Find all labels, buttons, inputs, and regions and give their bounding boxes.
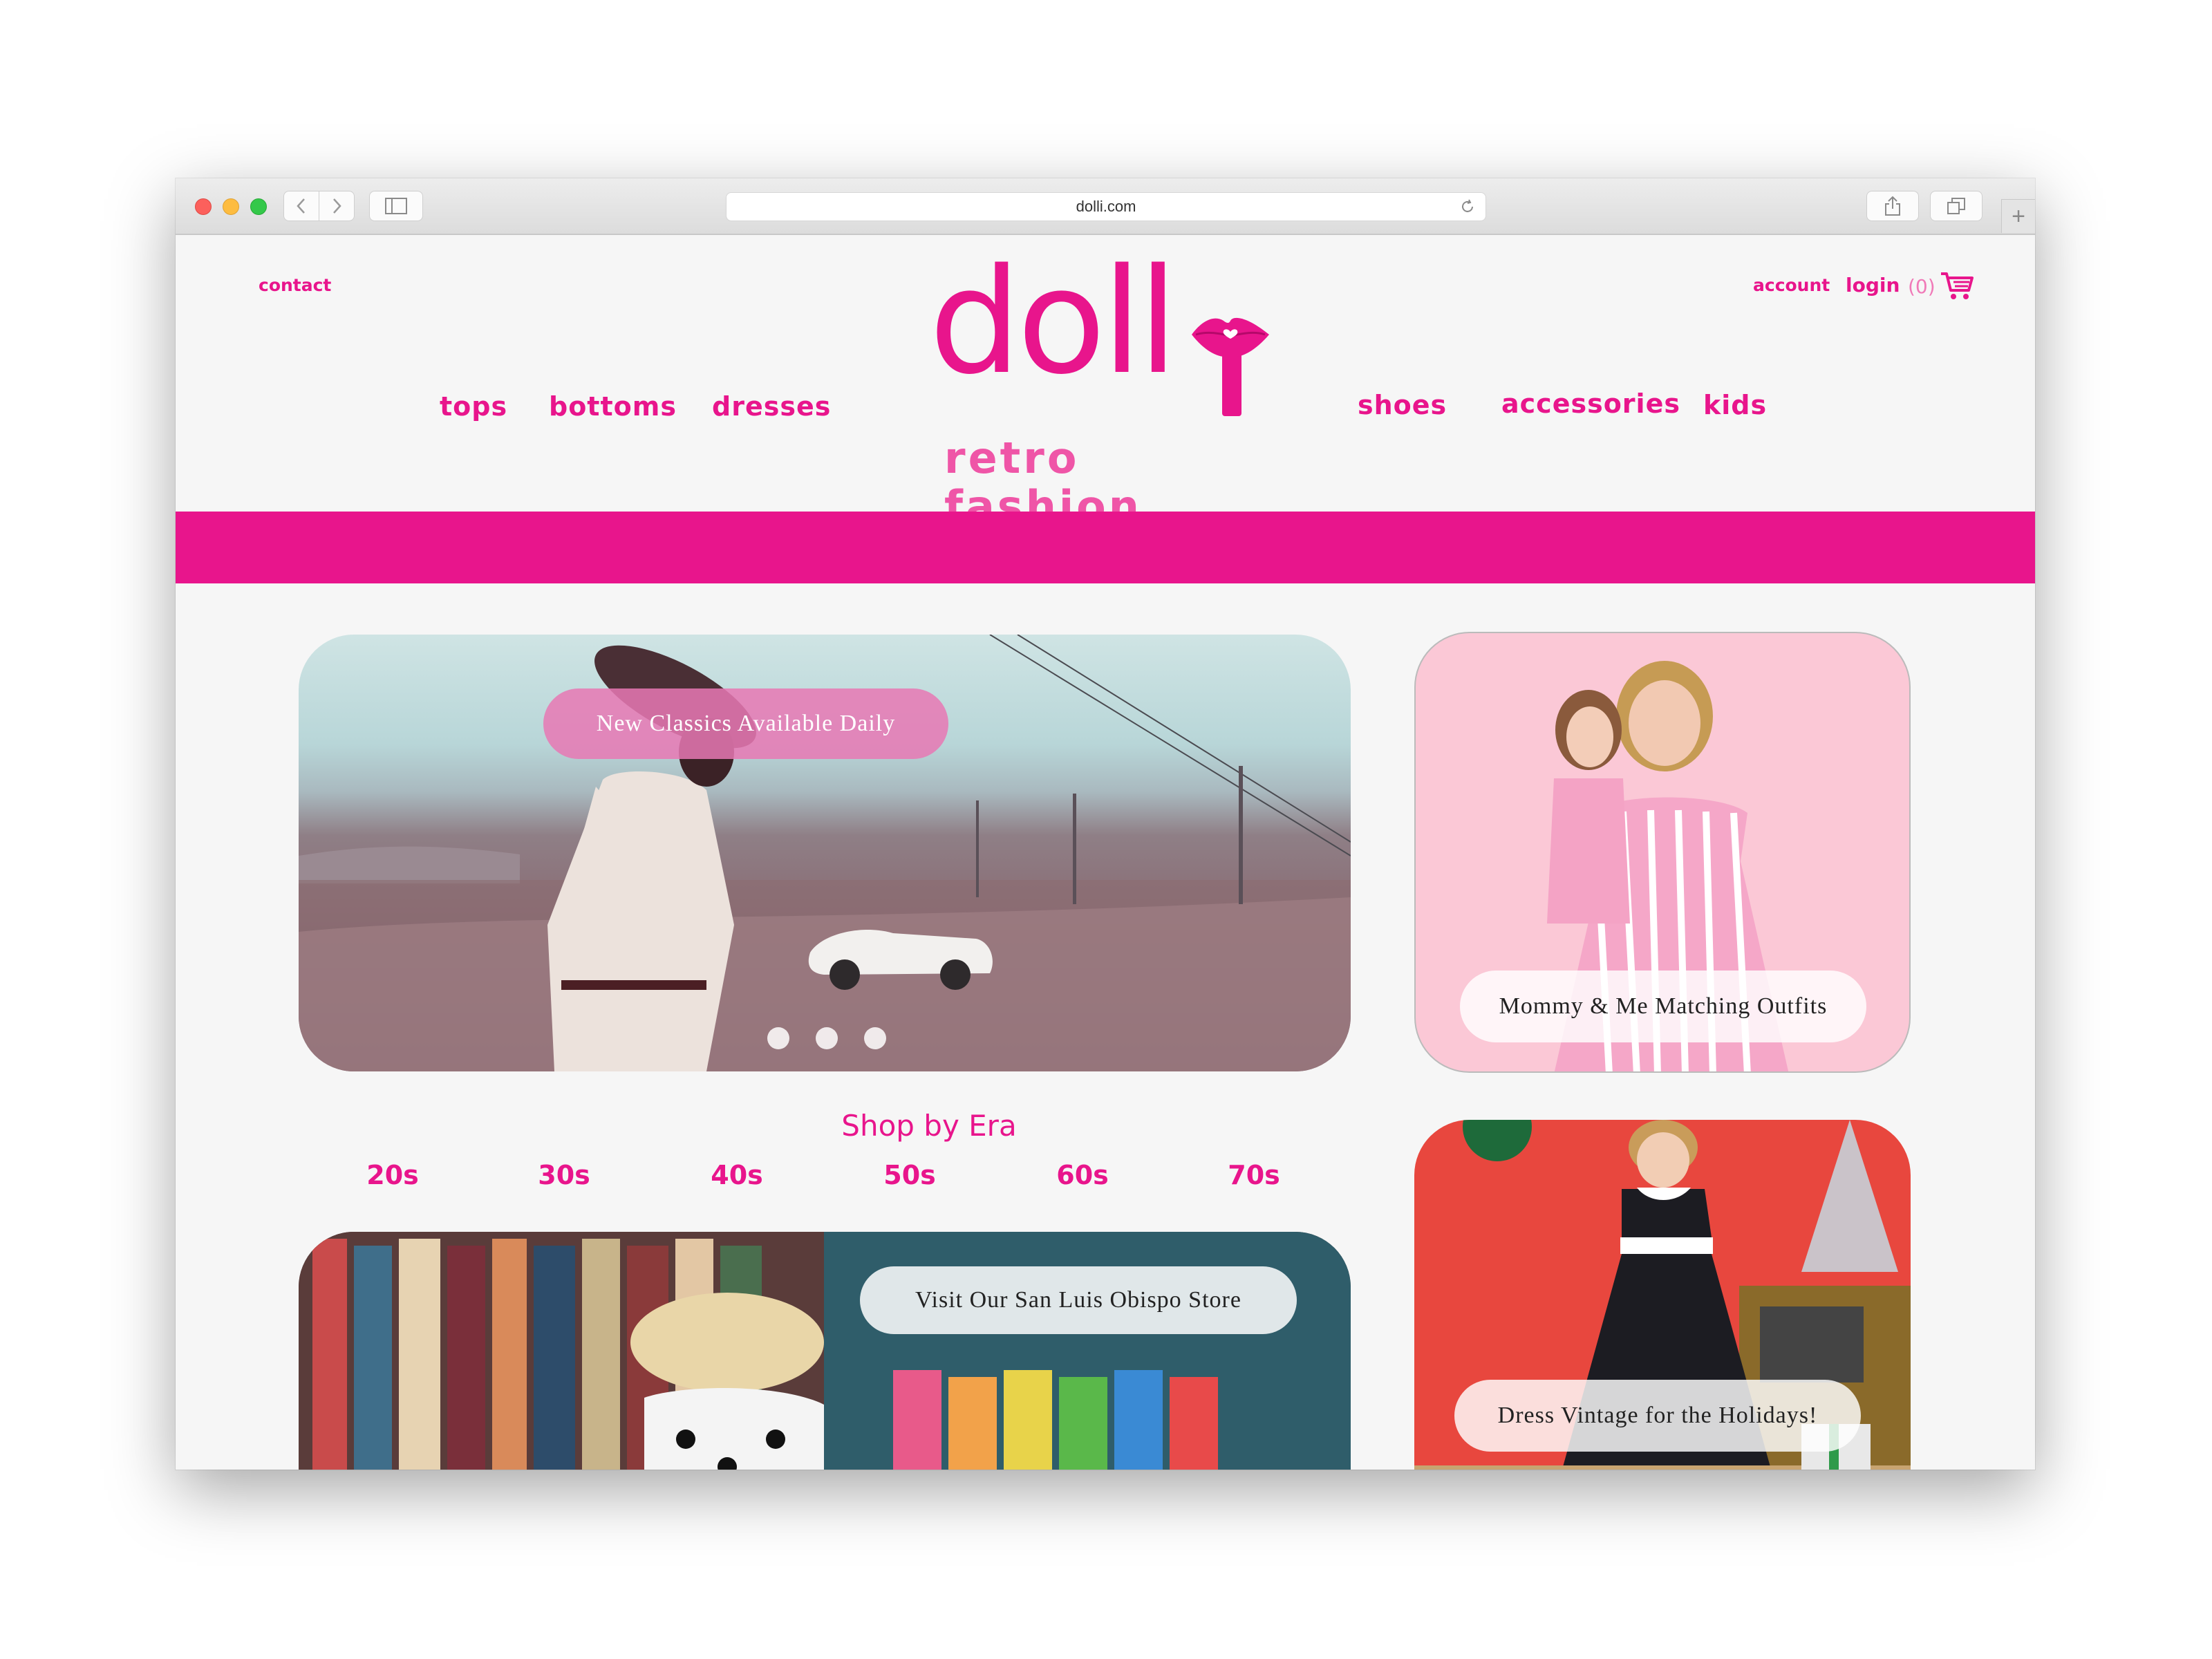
browser-toolbar: dolli.com + [176, 178, 2035, 235]
nav-kids[interactable]: kids [1703, 390, 1767, 420]
era-20s[interactable]: 20s [344, 1160, 441, 1190]
nav-dresses[interactable]: dresses [712, 391, 831, 422]
nav-shoes[interactable]: shoes [1358, 390, 1447, 420]
back-arrow-icon [297, 198, 305, 214]
back-button[interactable] [283, 191, 319, 221]
lips-icon [1192, 317, 1269, 357]
close-window-button[interactable] [195, 198, 212, 215]
pink-banner-strip [176, 512, 2035, 583]
cart-icon [1940, 272, 1974, 299]
holidays-caption-pill[interactable]: Dress Vintage for the Holidays! [1454, 1380, 1861, 1452]
sidebar-icon [385, 198, 407, 214]
holidays-card[interactable]: Dress Vintage for the Holidays! [1414, 1120, 1911, 1470]
new-tab-icon: + [2012, 203, 2025, 229]
store-card[interactable]: Visit Our San Luis Obispo Store [299, 1232, 1351, 1470]
tabs-button[interactable] [1930, 191, 1983, 221]
mommy-me-caption: Mommy & Me Matching Outfits [1499, 993, 1828, 1019]
holidays-caption: Dress Vintage for the Holidays! [1497, 1403, 1818, 1428]
forward-arrow-icon [333, 198, 341, 214]
hero-carousel[interactable]: New Classics Available Daily [299, 635, 1351, 1071]
login-link[interactable]: login [1846, 274, 1900, 297]
logo-wordmark: doll [929, 237, 1178, 406]
browser-window: dolli.com + contact account login (0) to… [176, 178, 2035, 1470]
shop-by-era-title: Shop by Era [841, 1109, 1017, 1143]
era-50s[interactable]: 50s [861, 1160, 958, 1190]
nav-accessories[interactable]: accessories [1501, 388, 1680, 419]
cart-count: (0) [1908, 274, 1936, 298]
carousel-dot-2[interactable] [816, 1027, 838, 1049]
era-30s[interactable]: 30s [516, 1160, 612, 1190]
carousel-dot-1[interactable] [767, 1027, 789, 1049]
nav-bottoms[interactable]: bottoms [549, 391, 677, 422]
reload-icon[interactable] [1459, 198, 1476, 215]
mommy-me-card[interactable]: Mommy & Me Matching Outfits [1414, 632, 1911, 1073]
cart-button[interactable]: (0) [1908, 271, 1974, 301]
carousel-dot-3[interactable] [864, 1027, 886, 1049]
zoom-window-button[interactable] [250, 198, 267, 215]
minimize-window-button[interactable] [223, 198, 239, 215]
share-button[interactable] [1866, 191, 1919, 221]
forward-button[interactable] [319, 191, 355, 221]
era-60s[interactable]: 60s [1034, 1160, 1131, 1190]
store-caption: Visit Our San Luis Obispo Store [915, 1287, 1241, 1313]
new-tab-button[interactable]: + [2001, 199, 2035, 233]
account-link[interactable]: account [1753, 275, 1830, 295]
nav-tops[interactable]: tops [440, 391, 507, 422]
contact-link[interactable]: contact [259, 275, 331, 295]
hero-caption: New Classics Available Daily [596, 711, 896, 736]
mommy-me-caption-pill[interactable]: Mommy & Me Matching Outfits [1460, 971, 1866, 1042]
tabs-icon [1947, 198, 1965, 214]
store-caption-pill[interactable]: Visit Our San Luis Obispo Store [860, 1266, 1297, 1334]
era-70s[interactable]: 70s [1206, 1160, 1302, 1190]
sidebar-button[interactable] [369, 191, 423, 221]
url-text: dolli.com [1076, 198, 1136, 215]
era-40s[interactable]: 40s [688, 1160, 785, 1190]
hero-caption-pill[interactable]: New Classics Available Daily [543, 688, 948, 759]
address-bar[interactable]: dolli.com [726, 192, 1486, 221]
share-icon [1885, 196, 1900, 216]
